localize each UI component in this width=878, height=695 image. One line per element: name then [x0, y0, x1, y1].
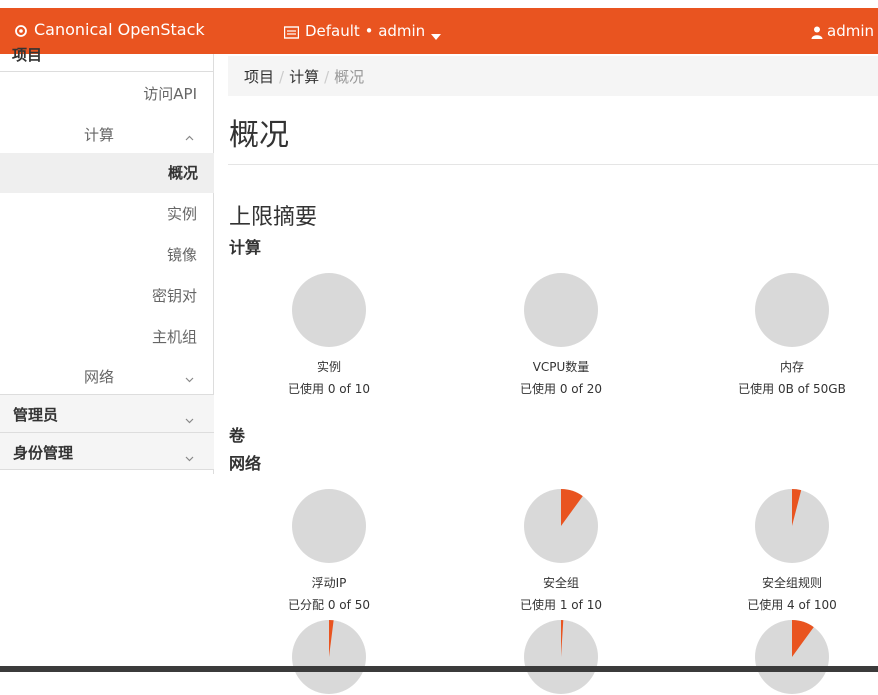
sidebar-panel-admin[interactable]: 管理员	[0, 394, 214, 432]
quota-usage-value: 0 of 50	[327, 598, 370, 612]
quota-pie-chart	[292, 273, 366, 347]
quota-usage: 已使用 0 of 10	[229, 380, 429, 397]
pie-background	[292, 273, 366, 347]
quota-usage: 已使用 4 of 100	[692, 596, 878, 613]
quota-label: 安全组	[542, 576, 579, 590]
quota-usage: 已使用 1 of 10	[461, 596, 661, 613]
quota-usage-prefix: 已分配	[288, 598, 328, 612]
title-divider	[228, 164, 878, 165]
openstack-logo-icon	[14, 23, 28, 37]
quota-label: 安全组规则	[761, 576, 822, 590]
sidebar-group-label: 计算	[83, 126, 114, 144]
sidebar-group-compute[interactable]: 计算	[0, 114, 214, 152]
sidebar-item-images[interactable]: 镜像	[167, 244, 197, 265]
quota-usage-prefix: 已使用	[520, 598, 560, 612]
sidebar-group-label: 网络	[83, 368, 114, 386]
quota-usage-value: 0 of 10	[327, 382, 370, 396]
quota-pie-block	[461, 619, 661, 695]
breadcrumb-item-compute[interactable]: 计算	[289, 68, 319, 86]
page-title: 概况	[229, 118, 289, 153]
quota-pie-block	[229, 619, 429, 695]
quota-pie-chart	[524, 273, 598, 347]
quota-pie-chart	[292, 489, 366, 563]
sidebar-item-overview[interactable]: 概况	[0, 153, 214, 193]
quota-usage-prefix: 已使用	[520, 382, 560, 396]
section-heading-volume: 卷	[229, 426, 246, 445]
quota-pie-chart	[755, 620, 829, 694]
project-name: Default • admin	[305, 22, 426, 40]
chevron-down-icon	[185, 410, 194, 424]
sidebar-panel-label: 身份管理	[13, 444, 74, 462]
quota-pie-block: 内存 已使用 0B of 50GB	[692, 272, 878, 397]
sidebar-group-network[interactable]: 网络	[0, 356, 214, 394]
brand-link[interactable]: Canonical OpenStack	[14, 20, 205, 39]
quota-usage: 已使用 0 of 20	[461, 380, 661, 397]
sidebar: 项目 访问API 计算 概况 实例 镜像 密钥对 主机组 网络 管理员 身份管理	[0, 46, 214, 474]
quota-pie-block: VCPU数量已使用 0 of 20	[461, 272, 661, 397]
breadcrumb: 项目 / 计算 / 概况	[228, 56, 878, 96]
quota-label: 浮动IP	[311, 576, 347, 590]
quota-usage-value: 0B of 50GB	[777, 382, 846, 396]
section-heading-compute: 计算	[229, 238, 262, 257]
chevron-up-icon	[185, 127, 194, 141]
sidebar-item-server-groups[interactable]: 主机组	[152, 326, 197, 347]
chevron-down-icon	[185, 369, 194, 383]
quota-usage-prefix: 已使用	[738, 382, 778, 396]
quota-pie-block: 浮动IP 已分配 0 of 50	[229, 488, 429, 613]
breadcrumb-item-current: 概况	[334, 68, 365, 86]
sidebar-panel-identity[interactable]: 身份管理	[0, 432, 214, 470]
breadcrumb-item-project[interactable]: 项目	[244, 68, 274, 86]
user-icon	[811, 25, 823, 39]
quota-pie-chart	[755, 273, 829, 347]
pie-background	[292, 489, 366, 563]
chevron-down-icon	[185, 448, 194, 462]
sidebar-item-key-pairs[interactable]: 密钥对	[152, 285, 197, 306]
quota-pie-chart	[755, 489, 829, 563]
quota-pie-chart	[524, 489, 598, 563]
quota-pie-chart	[524, 620, 598, 694]
quota-pie-block: 实例已使用 0 of 10	[229, 272, 429, 397]
quota-usage-value: 0 of 20	[559, 382, 602, 396]
quota-pie-chart	[292, 620, 366, 694]
quota-usage-prefix: 已使用	[288, 382, 328, 396]
user-name: admin	[827, 22, 874, 40]
project-icon	[283, 25, 300, 39]
sidebar-item-api-access[interactable]: 访问API	[143, 83, 197, 104]
user-menu[interactable]: admin	[811, 22, 874, 40]
quota-pie-block: 安全组规则已使用 4 of 100	[692, 488, 878, 613]
caret-down-icon	[431, 27, 442, 40]
quota-label: VCPU数量	[532, 360, 590, 374]
quota-pie-block: 安全组已使用 1 of 10	[461, 488, 661, 613]
sidebar-divider	[0, 71, 214, 72]
section-heading-network: 网络	[229, 454, 262, 473]
limit-summary-heading: 上限摘要	[229, 205, 318, 230]
bottom-edge	[0, 666, 878, 672]
quota-pie-block	[692, 619, 878, 695]
quota-usage: 已分配 0 of 50	[229, 596, 429, 613]
quota-usage-prefix: 已使用	[747, 598, 788, 612]
project-switcher[interactable]: Default • admin	[283, 22, 442, 40]
sidebar-item-instances[interactable]: 实例	[167, 203, 197, 224]
quota-usage-value: 4 of 100	[787, 598, 837, 612]
brand-name: Canonical OpenStack	[34, 20, 205, 39]
pie-background	[755, 273, 829, 347]
sidebar-item-label: 概况	[167, 164, 198, 182]
sidebar-panel-label: 管理员	[13, 406, 59, 424]
pie-background	[524, 273, 598, 347]
quota-label: 内存	[779, 360, 804, 374]
quota-usage: 已使用 0B of 50GB	[692, 380, 878, 397]
quota-usage-value: 1 of 10	[559, 598, 602, 612]
quota-label: 实例	[316, 360, 341, 374]
sidebar-project-header[interactable]: 项目	[12, 44, 214, 62]
